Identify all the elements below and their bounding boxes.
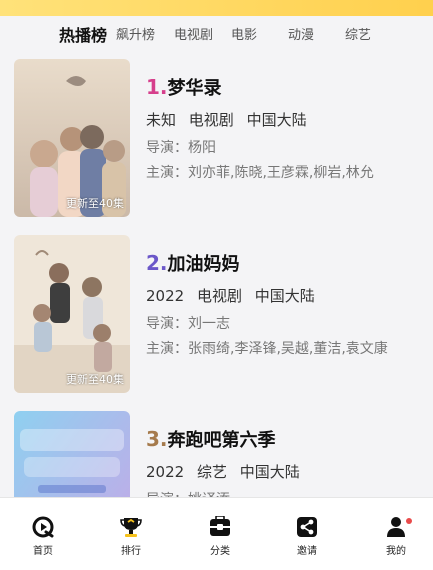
year: 2022 <box>146 287 185 305</box>
nav-category[interactable]: 分类 <box>195 516 245 557</box>
bottom-navigation: 首页 排行 分类 邀请 我的 <box>0 497 433 570</box>
show-meta: 2022 电视剧 中国大陆 <box>146 285 323 306</box>
share-icon <box>297 517 317 537</box>
rank-number: 1. <box>146 75 168 99</box>
trophy-icon <box>120 518 142 537</box>
show-title: 梦华录 <box>167 78 222 99</box>
tab-tv-series[interactable]: 电视剧 <box>174 24 213 43</box>
nav-label: 我的 <box>386 546 406 557</box>
nav-ranking[interactable]: 排行 <box>106 516 156 557</box>
cast: 主演：刘亦菲,陈晓,王彦霖,柳岩,林允 <box>146 165 374 181</box>
poster-image[interactable]: 更新至40集 <box>14 59 130 217</box>
nav-label: 首页 <box>33 546 53 557</box>
tab-movie[interactable]: 电影 <box>231 24 257 43</box>
year: 未知 <box>146 111 177 129</box>
tab-anime[interactable]: 动漫 <box>288 24 314 43</box>
director: 导演：姚译添 <box>146 489 230 497</box>
region: 中国大陆 <box>239 463 300 481</box>
tab-hot[interactable]: 热播榜 <box>59 22 107 46</box>
rank-number: 2. <box>146 251 168 275</box>
director: 导演：刘一志 <box>146 316 230 332</box>
ranking-list: 更新至40集 1. 梦华录 未知 电视剧 中国大陆 导演：杨阳 主演：刘亦菲,陈… <box>0 52 433 497</box>
poster-image[interactable]: 更新至40集 <box>14 235 130 393</box>
episode-badge: 更新至40集 <box>66 197 124 210</box>
category: 电视剧 <box>188 111 234 129</box>
nav-label: 排行 <box>121 546 141 557</box>
category: 电视剧 <box>196 287 242 305</box>
region: 中国大陆 <box>246 111 307 129</box>
category: 综艺 <box>196 463 227 481</box>
list-item[interactable]: 3. 奔跑吧第六季 2022 综艺 中国大陆 导演：姚译添 <box>0 404 433 497</box>
profile-icon <box>387 517 405 537</box>
status-bar <box>0 0 433 16</box>
nav-profile[interactable]: 我的 <box>371 516 421 557</box>
tab-variety[interactable]: 综艺 <box>345 24 371 43</box>
show-meta: 未知 电视剧 中国大陆 <box>146 109 315 130</box>
show-title: 加油妈妈 <box>167 254 240 275</box>
rank-number: 3. <box>146 427 168 451</box>
home-icon <box>32 516 54 538</box>
director: 导演：杨阳 <box>146 140 216 156</box>
nav-label: 邀请 <box>297 546 317 557</box>
nav-home[interactable]: 首页 <box>18 516 68 557</box>
notification-dot <box>406 518 412 524</box>
tab-rising[interactable]: 飙升榜 <box>116 24 155 43</box>
ranking-tabs: 热播榜 飙升榜 电视剧 电影 动漫 综艺 <box>0 16 433 52</box>
nav-label: 分类 <box>210 546 230 557</box>
poster-image[interactable] <box>14 411 130 497</box>
cast: 主演：张雨绮,李泽锋,吴越,董洁,袁文康 <box>146 341 388 357</box>
show-title: 奔跑吧第六季 <box>167 430 276 451</box>
show-meta: 2022 综艺 中国大陆 <box>146 461 308 482</box>
year: 2022 <box>146 463 185 481</box>
list-item[interactable]: 更新至40集 2. 加油妈妈 2022 电视剧 中国大陆 导演：刘一志 主演：张… <box>0 228 433 393</box>
nav-invite[interactable]: 邀请 <box>282 516 332 557</box>
episode-badge: 更新至40集 <box>66 373 124 386</box>
list-item[interactable]: 更新至40集 1. 梦华录 未知 电视剧 中国大陆 导演：杨阳 主演：刘亦菲,陈… <box>0 52 433 217</box>
region: 中国大陆 <box>254 287 315 305</box>
category-icon <box>210 516 230 536</box>
